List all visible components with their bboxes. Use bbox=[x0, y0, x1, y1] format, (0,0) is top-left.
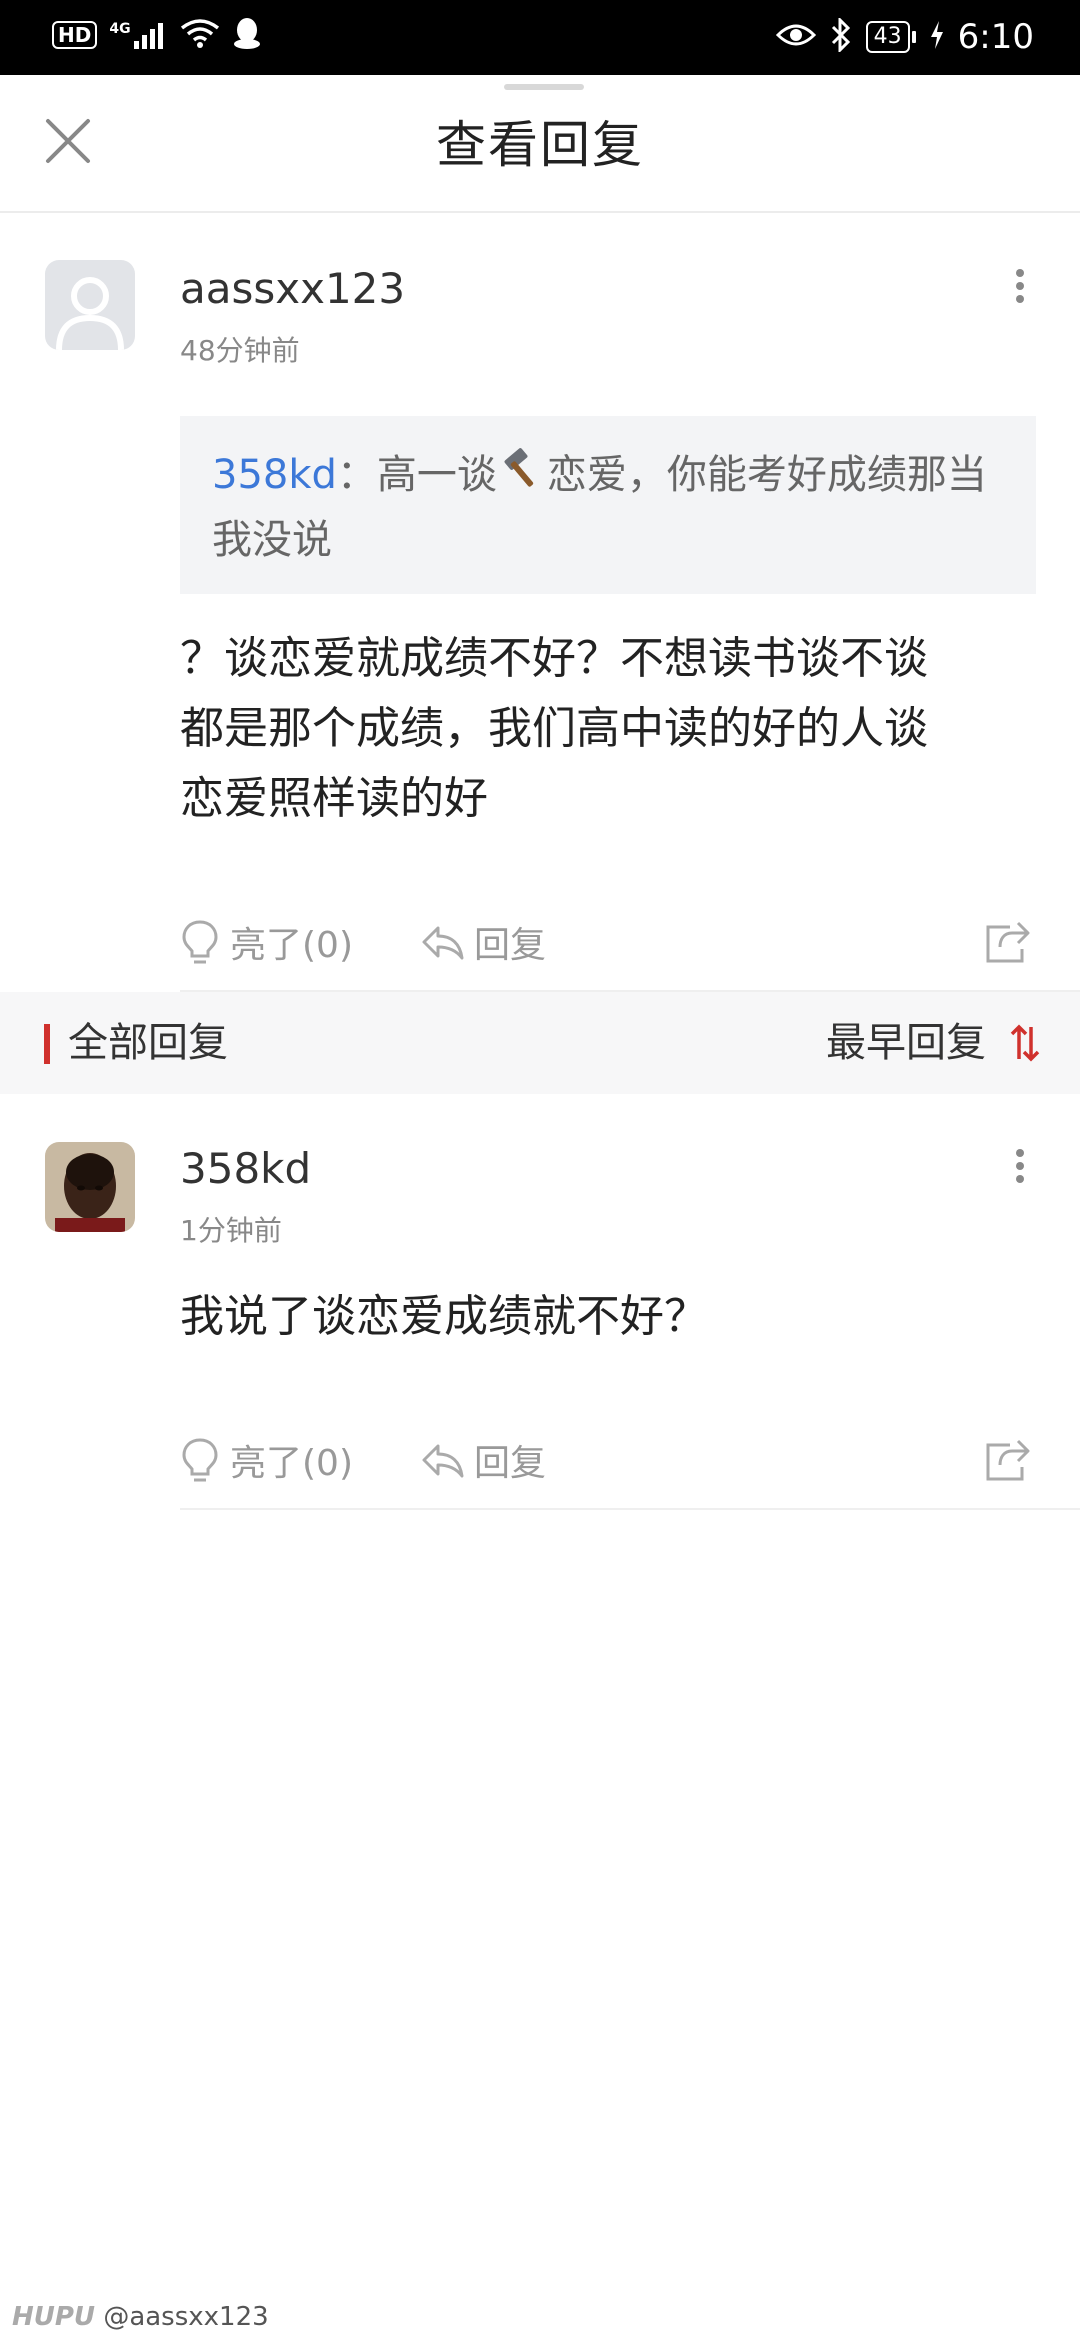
bluetooth-icon bbox=[830, 16, 852, 56]
quoted-comment[interactable]: 358kd：高一谈 恋爱，你能考好成绩那当我没说 bbox=[180, 416, 1036, 594]
reply-label: 回复 bbox=[474, 925, 547, 966]
share-icon bbox=[986, 1439, 1030, 1481]
lightbulb-icon bbox=[182, 1438, 218, 1482]
reply-arrow-icon bbox=[422, 926, 464, 960]
sort-label: 最早回复 bbox=[826, 1020, 986, 1066]
quote-separator: ： bbox=[336, 452, 377, 498]
section-title: 全部回复 bbox=[68, 1020, 228, 1066]
lightbulb-icon bbox=[182, 920, 218, 964]
avatar[interactable] bbox=[45, 1142, 135, 1232]
quote-text-part-b: 恋爱，你能考好成绩那当 bbox=[546, 452, 987, 498]
watermark-handle: @aassxx123 bbox=[103, 2302, 269, 2332]
battery-level: 43 bbox=[865, 21, 910, 53]
reply-username[interactable]: 358kd bbox=[180, 1144, 311, 1194]
comment-body-line: ？谈恋爱就成绩不好？不想读书谈不谈 bbox=[180, 633, 928, 684]
sheet-header: 查看回复 bbox=[0, 75, 1080, 213]
reply-actions: 亮了(0) 回复 bbox=[180, 1420, 1080, 1500]
watermark-brand: HUPU bbox=[12, 2302, 96, 2332]
more-vertical-icon bbox=[1016, 1149, 1024, 1183]
reply-button[interactable]: 回复 bbox=[420, 1420, 546, 1500]
like-button[interactable]: 亮了(0) bbox=[180, 1420, 353, 1500]
reply-body: 我说了谈恋爱成绩就不好？ bbox=[180, 1291, 708, 1342]
all-replies-bar: 全部回复 最早回复 bbox=[0, 992, 1080, 1094]
reply-time: 1分钟前 bbox=[180, 1214, 282, 1247]
watermark: HUPU @aassxx123 bbox=[12, 2300, 269, 2334]
share-icon bbox=[986, 921, 1030, 963]
eye-icon bbox=[775, 21, 816, 53]
comment-body-line: 都是那个成绩，我们高中读的好的人谈 bbox=[180, 703, 928, 754]
default-avatar-icon bbox=[56, 277, 124, 350]
more-vertical-icon bbox=[1016, 269, 1024, 303]
quote-username[interactable]: 358kd bbox=[212, 452, 337, 498]
sort-order-button[interactable]: 最早回复 bbox=[826, 1018, 1040, 1068]
section-accent-mark bbox=[44, 1024, 50, 1064]
battery-indicator: 43 bbox=[865, 21, 916, 53]
sort-arrows-icon bbox=[1010, 1024, 1040, 1062]
quote-text-part-c: 我没说 bbox=[212, 517, 332, 563]
share-button[interactable] bbox=[984, 1420, 1030, 1500]
comment-username[interactable]: aassxx123 bbox=[180, 264, 405, 314]
comment-actions: 亮了(0) 回复 bbox=[180, 902, 1080, 982]
like-count-label: 亮了(0) bbox=[230, 925, 353, 966]
comment-body-line: 恋爱照样读的好 bbox=[180, 773, 488, 824]
share-button[interactable] bbox=[984, 902, 1030, 982]
clock: 6:10 bbox=[957, 17, 1034, 57]
avatar[interactable] bbox=[45, 260, 135, 350]
page-title: 查看回复 bbox=[436, 116, 644, 174]
wifi-icon bbox=[180, 18, 220, 52]
network-type: 4G bbox=[109, 21, 131, 37]
quote-text-part-a: 高一谈 bbox=[376, 452, 497, 498]
quote-text: 358kd：高一谈 恋爱，你能考好成绩那当我没说 bbox=[212, 444, 1004, 571]
hammer-emoji-icon bbox=[499, 445, 545, 509]
signal-icon: 4G bbox=[109, 21, 167, 49]
comment-time: 48分钟前 bbox=[180, 334, 300, 367]
status-bar: HD 4G 43 6:10 bbox=[0, 0, 1080, 75]
reply-arrow-icon bbox=[422, 1444, 464, 1478]
reply-button[interactable]: 回复 bbox=[420, 902, 546, 982]
qq-icon bbox=[232, 16, 262, 54]
hd-badge: HD bbox=[52, 21, 98, 49]
like-count-label: 亮了(0) bbox=[230, 1443, 353, 1484]
sheet-drag-handle[interactable] bbox=[504, 84, 584, 90]
reply-label: 回复 bbox=[474, 1443, 547, 1484]
comment-body: ？谈恋爱就成绩不好？不想读书谈不谈 都是那个成绩，我们高中读的好的人谈 恋爱照样… bbox=[180, 624, 928, 834]
charging-icon bbox=[930, 21, 944, 53]
divider bbox=[180, 1508, 1080, 1510]
more-options-button[interactable] bbox=[1000, 1136, 1040, 1196]
more-options-button[interactable] bbox=[1000, 256, 1040, 316]
user-photo-avatar bbox=[45, 1142, 135, 1232]
like-button[interactable]: 亮了(0) bbox=[180, 902, 353, 982]
